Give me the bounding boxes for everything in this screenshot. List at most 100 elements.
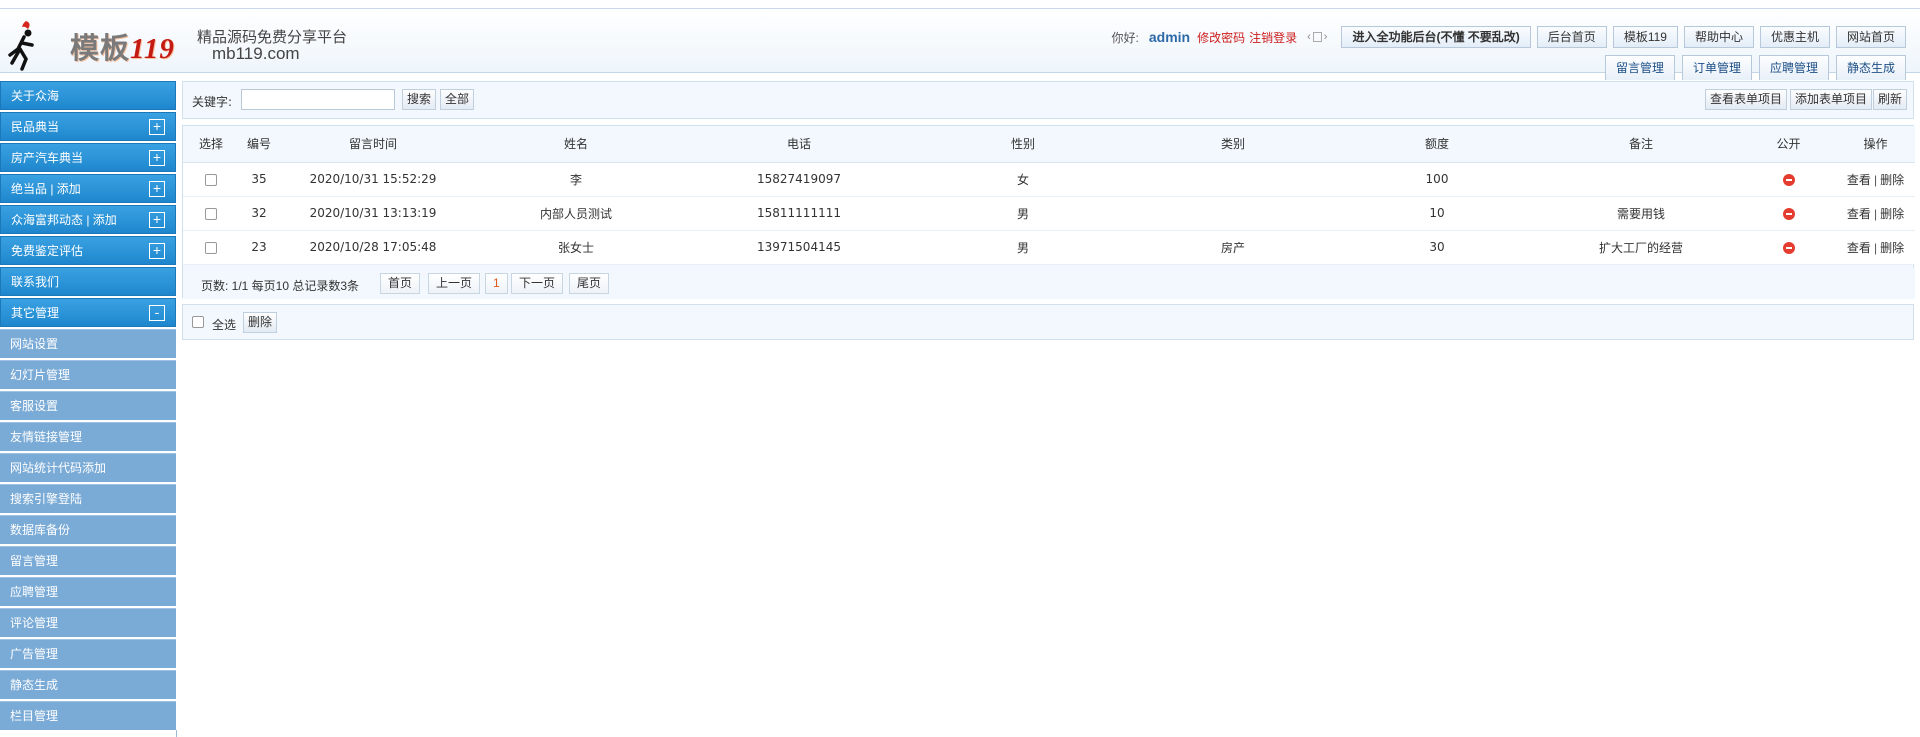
row-name: 张女士 — [467, 230, 685, 265]
last-page-button[interactable]: 尾页 — [569, 273, 610, 294]
table-row: 35 2020/10/31 15:52:29 李 15827419097 女 100 查看 |… — [183, 162, 1915, 197]
arrow-left-icon[interactable]: ‹ — [1307, 31, 1311, 43]
tab-applications[interactable]: 应聘管理 — [1758, 55, 1829, 80]
sidebar-item[interactable]: 评论管理 — [0, 608, 176, 637]
logout-link[interactable]: 注销登录 — [1249, 29, 1297, 46]
sidebar-item-label: 广告管理 — [10, 647, 59, 661]
expand-icon[interactable]: + — [149, 150, 165, 166]
site-home-button[interactable]: 网站首页 — [1835, 26, 1906, 48]
menu-scroll-arrows[interactable]: ‹ › — [1307, 31, 1327, 43]
change-password-link[interactable]: 修改密码 — [1197, 29, 1245, 46]
sidebar-item[interactable]: 网站设置 — [0, 329, 176, 358]
expand-icon[interactable]: + — [149, 212, 165, 228]
arrow-right-icon[interactable]: › — [1324, 31, 1328, 43]
sidebar: 关于众海 民品典当 + 房产汽车典当 + 绝当品 | 添加 + 众海富邦动态 | 添加 + 免费鉴… — [0, 81, 176, 732]
view-link[interactable]: 查看 — [1847, 241, 1871, 255]
sidebar-item-label: 栏目管理 — [10, 709, 59, 723]
row-checkbox[interactable] — [205, 173, 217, 186]
sidebar-item[interactable]: 栏目管理 — [0, 701, 176, 730]
col-select: 选择 — [183, 126, 239, 163]
row-checkbox[interactable] — [205, 207, 217, 220]
sidebar-edge — [176, 730, 177, 737]
expand-icon[interactable]: + — [149, 181, 165, 197]
sidebar-item[interactable]: 友情链接管理 — [0, 422, 176, 451]
sidebar-item[interactable]: 民品典当 + — [0, 112, 176, 141]
delete-link[interactable]: 删除 — [1880, 207, 1904, 221]
row-category — [1133, 196, 1333, 231]
row-note — [1541, 162, 1741, 197]
row-note: 需要用钱 — [1541, 196, 1741, 231]
page-info: 页数: 1/1 每页10 总记录数3条 — [201, 279, 360, 293]
sidebar-item[interactable]: 客服设置 — [0, 391, 176, 420]
sidebar-item-label: 免费鉴定评估 — [11, 244, 84, 258]
hosting-deals-button[interactable]: 优惠主机 — [1759, 26, 1830, 48]
admin-home-button[interactable]: 后台首页 — [1536, 26, 1607, 48]
sidebar-item[interactable]: 数据库备份 — [0, 515, 176, 544]
tab-orders[interactable]: 订单管理 — [1681, 55, 1752, 80]
table-header-row: 选择 编号 留言时间 姓名 电话 性别 类别 额度 备注 公开 操作 — [183, 126, 1915, 163]
sidebar-item[interactable]: 幻灯片管理 — [0, 360, 176, 389]
first-page-button[interactable]: 首页 — [380, 273, 421, 294]
row-checkbox[interactable] — [205, 241, 217, 254]
not-public-icon[interactable] — [1782, 173, 1795, 186]
sidebar-item[interactable]: 搜索引擎登陆 — [0, 484, 176, 513]
view-link[interactable]: 查看 — [1847, 173, 1871, 187]
delete-link[interactable]: 删除 — [1880, 241, 1904, 255]
row-note: 扩大工厂的经营 — [1541, 230, 1741, 265]
sidebar-item[interactable]: 免费鉴定评估 + — [0, 236, 176, 265]
sidebar-item[interactable]: 广告管理 — [0, 639, 176, 668]
sidebar-item[interactable]: 众海富邦动态 | 添加 + — [0, 205, 176, 234]
select-all-label[interactable]: 全选 — [212, 316, 236, 333]
row-gender: 男 — [913, 230, 1133, 265]
select-all-checkbox[interactable] — [192, 316, 204, 328]
row-public-cell — [1741, 230, 1836, 265]
sidebar-item[interactable]: 关于众海 — [0, 81, 176, 110]
full-backend-button[interactable]: 进入全功能后台(不懂 不要乱改) — [1341, 26, 1531, 48]
tab-static-generation[interactable]: 静态生成 — [1835, 55, 1906, 80]
add-form-items-button[interactable]: 添加表单项目 — [1790, 89, 1873, 110]
sidebar-item[interactable]: 其它管理 - — [0, 298, 176, 327]
next-page-button[interactable]: 下一页 — [511, 273, 564, 294]
prev-page-button[interactable]: 上一页 — [428, 273, 481, 294]
row-id: 32 — [239, 196, 279, 231]
not-public-icon[interactable] — [1782, 207, 1795, 220]
sidebar-item[interactable]: 应聘管理 — [0, 577, 176, 606]
sidebar-item[interactable]: 绝当品 | 添加 + — [0, 174, 176, 203]
show-all-button[interactable]: 全部 — [440, 89, 475, 110]
col-actions: 操作 — [1836, 126, 1915, 163]
sidebar-item-label: 房产汽车典当 — [11, 151, 84, 165]
delete-link[interactable]: 删除 — [1880, 173, 1904, 187]
sidebar-item[interactable]: 联系我们 — [0, 267, 176, 296]
expand-icon[interactable]: + — [149, 119, 165, 135]
tab-messages[interactable]: 留言管理 — [1604, 55, 1675, 80]
sidebar-item-label: 留言管理 — [10, 554, 59, 568]
messages-table: 选择 编号 留言时间 姓名 电话 性别 类别 额度 备注 公开 操作 35 202… — [183, 126, 1915, 265]
search-bar: 关键字: 搜索 全部 查看表单项目 添加表单项目 刷新 — [182, 81, 1914, 119]
row-phone: 13971504145 — [685, 230, 913, 265]
col-gender: 性别 — [913, 126, 1133, 163]
sidebar-item[interactable]: 留言管理 — [0, 546, 176, 575]
view-link[interactable]: 查看 — [1847, 207, 1871, 221]
keyword-label: 关键字: — [192, 95, 233, 109]
sidebar-item[interactable]: 网站统计代码添加 — [0, 453, 176, 482]
sidebar-item-label: 网站设置 — [10, 337, 59, 351]
collapse-icon[interactable]: - — [149, 305, 165, 321]
search-button[interactable]: 搜索 — [402, 89, 437, 110]
sidebar-item[interactable]: 房产汽车典当 + — [0, 143, 176, 172]
refresh-button[interactable]: 刷新 — [1873, 89, 1908, 110]
not-public-icon[interactable] — [1782, 241, 1795, 254]
expand-icon[interactable]: + — [149, 243, 165, 259]
view-form-items-button[interactable]: 查看表单项目 — [1705, 89, 1788, 110]
col-time: 留言时间 — [279, 126, 467, 163]
sidebar-item-label: 幻灯片管理 — [10, 368, 71, 382]
row-category: 房产 — [1133, 230, 1333, 265]
help-center-button[interactable]: 帮助中心 — [1683, 26, 1754, 48]
sidebar-item[interactable]: 静态生成 — [0, 670, 176, 699]
action-separator: | — [1873, 172, 1878, 187]
sidebar-item-label: 搜索引擎登陆 — [10, 492, 83, 506]
row-name: 内部人员测试 — [467, 196, 685, 231]
keyword-input[interactable] — [241, 89, 395, 110]
current-page[interactable]: 1 — [485, 273, 508, 294]
template119-button[interactable]: 模板119 — [1612, 26, 1678, 48]
bulk-delete-button[interactable]: 删除 — [243, 312, 278, 333]
